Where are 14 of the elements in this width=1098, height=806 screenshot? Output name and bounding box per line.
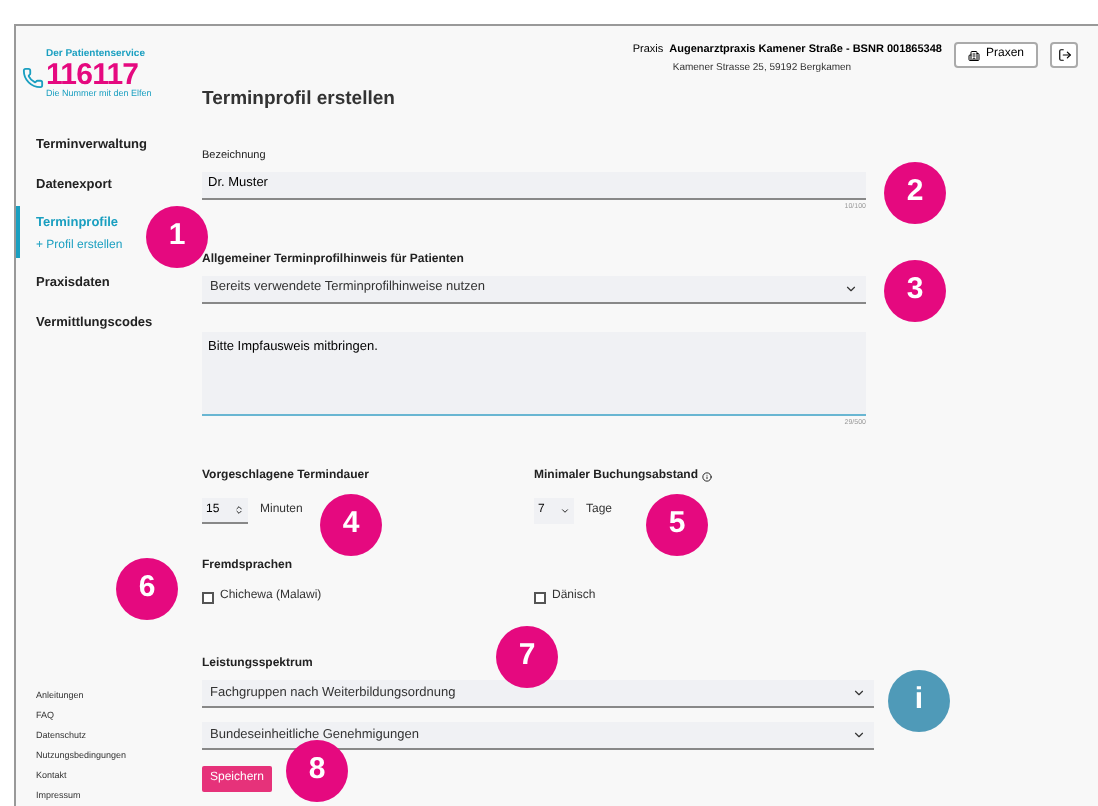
chevron-down-icon [852,728,866,742]
chevron-down-icon [844,281,858,296]
logo-number: 116117 [46,59,139,90]
checkbox[interactable] [534,591,546,603]
chevron-down-icon [852,686,866,700]
logout-icon [1057,48,1071,62]
phone-icon [22,64,44,92]
checkbox[interactable] [202,591,214,603]
stepper-icon [234,504,244,516]
chevron-down-icon [560,506,570,516]
logout-button[interactable] [1050,42,1078,68]
info-icon [702,472,713,482]
page-title: Terminprofil erstellen [202,86,397,114]
building-icon [967,49,980,61]
